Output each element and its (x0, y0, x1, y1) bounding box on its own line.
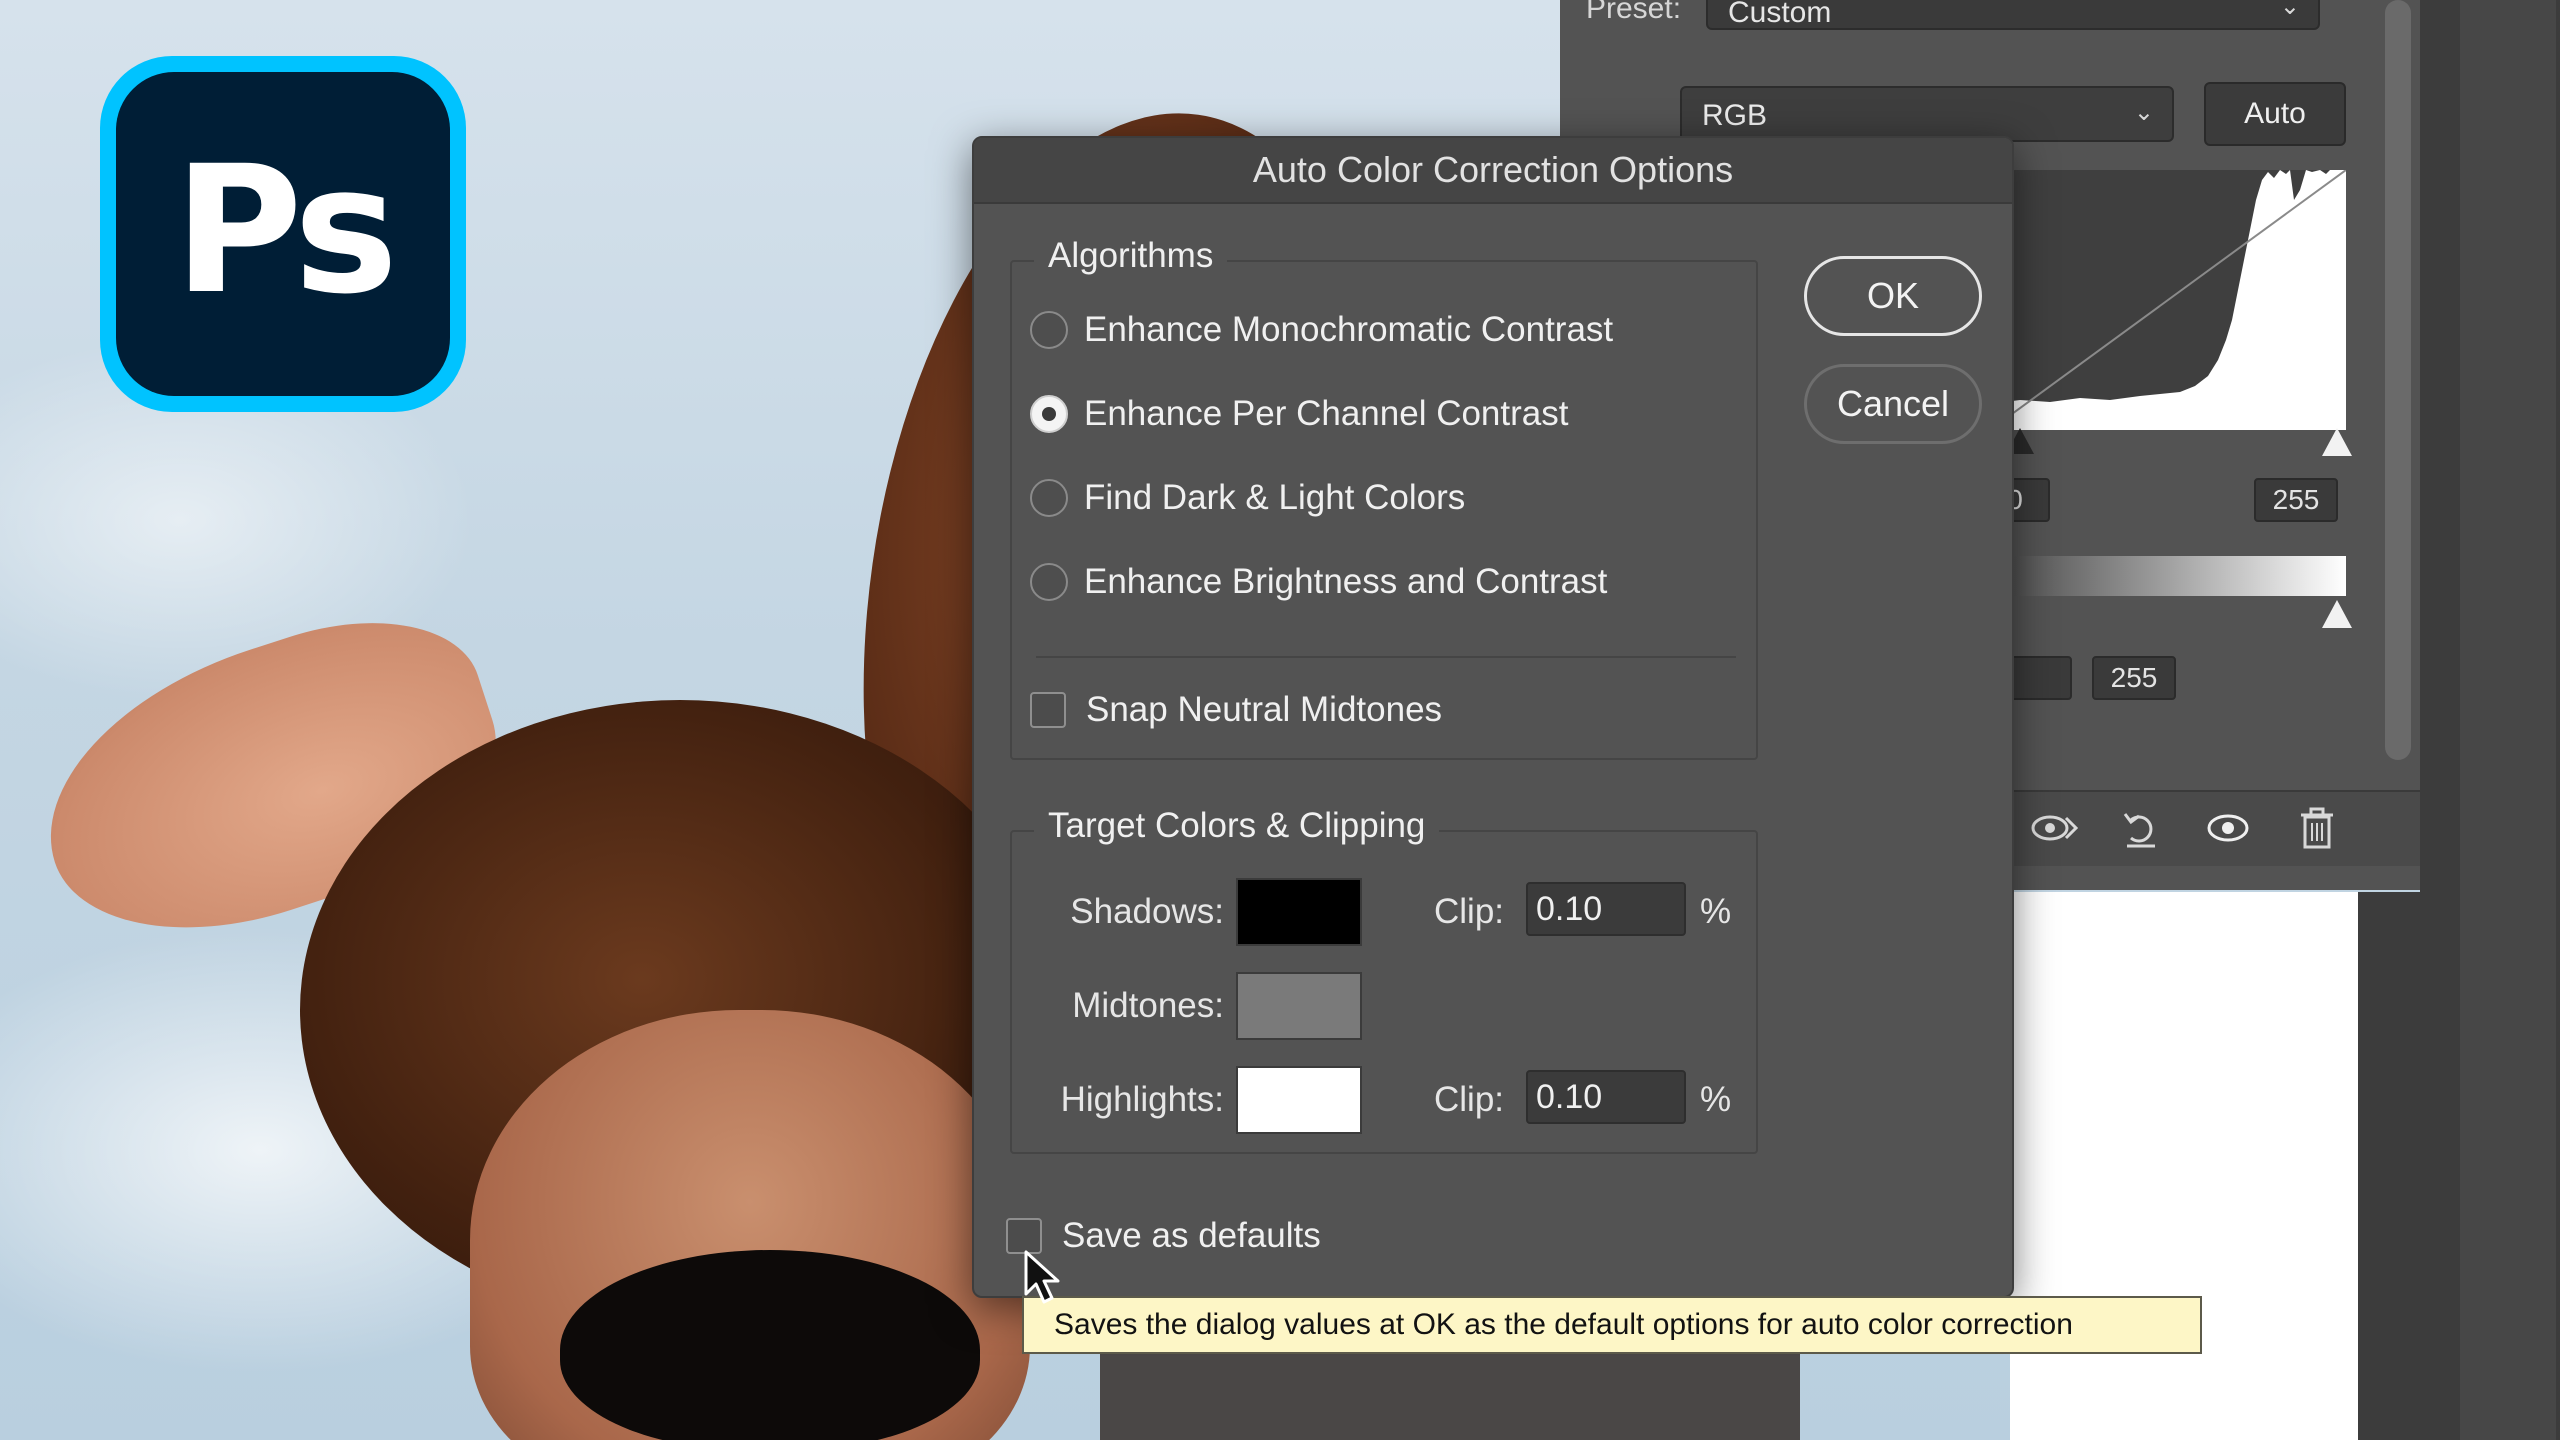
shadows-clip-input[interactable]: 0.10 (1526, 882, 1686, 936)
midtones-color-swatch[interactable] (1236, 972, 1362, 1040)
photoshop-logo-inner: Ps (116, 72, 450, 396)
highlights-color-swatch[interactable] (1236, 1066, 1362, 1134)
divider (1036, 656, 1736, 658)
dialog-title: Auto Color Correction Options (1252, 149, 1734, 190)
algorithms-group: Algorithms Enhance Monochromatic Contras… (1010, 236, 1758, 760)
radio-enhance-brightness[interactable]: Enhance Brightness and Contrast (1030, 562, 1607, 602)
reset-icon[interactable] (2116, 806, 2166, 850)
shadows-clip-label: Clip: (1434, 892, 1505, 931)
midtones-label: Midtones: (1072, 986, 1224, 1025)
radio-enhance-monochromatic[interactable]: Enhance Monochromatic Contrast (1030, 310, 1613, 350)
radio-label: Enhance Per Channel Contrast (1084, 394, 1569, 433)
document-canvas (2010, 892, 2358, 1440)
chevron-down-icon: ⌄ (2133, 99, 2154, 126)
save-defaults-checkbox[interactable] (1006, 1218, 1042, 1254)
highlights-clip-input[interactable]: 0.10 (1526, 1070, 1686, 1124)
save-defaults-label: Save as defaults (1062, 1216, 1321, 1255)
preset-label: Preset: (1586, 0, 1682, 25)
trash-icon[interactable] (2292, 806, 2342, 850)
tooltip: Saves the dialog values at OK as the def… (1022, 1296, 2202, 1354)
preset-value: Custom (1728, 0, 1832, 29)
histogram-graph (1990, 170, 2346, 430)
right-dock (2420, 0, 2560, 1440)
output-white-field[interactable]: 255 (2092, 656, 2176, 700)
shadows-percent-label: % (1700, 892, 1732, 931)
channel-select[interactable]: RGB ⌄ (1680, 86, 2174, 142)
radio-button[interactable] (1030, 311, 1068, 349)
shadows-color-swatch[interactable] (1236, 878, 1362, 946)
panel-scrollbar[interactable] (2385, 0, 2411, 760)
canvas-edge (2358, 892, 2420, 1440)
algorithms-title: Algorithms (1034, 236, 1228, 276)
ok-button[interactable]: OK (1804, 256, 1982, 336)
radio-button[interactable] (1030, 479, 1068, 517)
snap-neutral-midtones-label: Snap Neutral Midtones (1086, 690, 1443, 729)
highlights-label: Highlights: (1060, 1080, 1224, 1119)
cancel-button[interactable]: Cancel (1804, 364, 1982, 444)
radio-label: Find Dark & Light Colors (1084, 478, 1466, 517)
dock-column (2460, 0, 2556, 1440)
channel-value: RGB (1702, 99, 1768, 132)
dialog-titlebar[interactable]: Auto Color Correction Options (974, 138, 2012, 204)
view-previous-icon[interactable] (2030, 806, 2080, 850)
chevron-down-icon: ⌄ (2279, 0, 2300, 20)
sunglasses (560, 1250, 980, 1440)
output-gradient-bar (2000, 556, 2346, 596)
auto-color-correction-dialog: Auto Color Correction Options Algorithms… (972, 136, 2014, 1298)
input-white-field[interactable]: 255 (2254, 478, 2338, 522)
shadows-label: Shadows: (1070, 892, 1224, 931)
target-colors-title: Target Colors & Clipping (1034, 806, 1440, 846)
radio-button[interactable] (1030, 563, 1068, 601)
photoshop-logo-text: Ps (173, 127, 399, 333)
visibility-icon[interactable] (2203, 806, 2253, 850)
input-white-slider[interactable] (2322, 428, 2352, 456)
radio-label: Enhance Brightness and Contrast (1084, 562, 1608, 601)
highlights-percent-label: % (1700, 1080, 1732, 1119)
highlights-clip-label: Clip: (1434, 1080, 1505, 1119)
snap-neutral-midtones-checkbox[interactable] (1030, 692, 1066, 728)
curves-histogram[interactable] (1990, 170, 2346, 430)
auto-button[interactable]: Auto (2204, 82, 2346, 146)
radio-enhance-per-channel[interactable]: Enhance Per Channel Contrast (1030, 394, 1568, 434)
radio-label: Enhance Monochromatic Contrast (1084, 310, 1614, 349)
radio-find-dark-light[interactable]: Find Dark & Light Colors (1030, 478, 1465, 518)
snap-neutral-midtones-row[interactable]: Snap Neutral Midtones (1030, 690, 1442, 730)
radio-dot (1042, 407, 1056, 421)
mouse-cursor-icon (1024, 1250, 1060, 1304)
preset-select[interactable]: Custom ⌄ (1706, 0, 2320, 30)
photoshop-logo: Ps (100, 56, 466, 412)
output-white-slider[interactable] (2322, 600, 2352, 628)
radio-button-selected[interactable] (1030, 395, 1068, 433)
